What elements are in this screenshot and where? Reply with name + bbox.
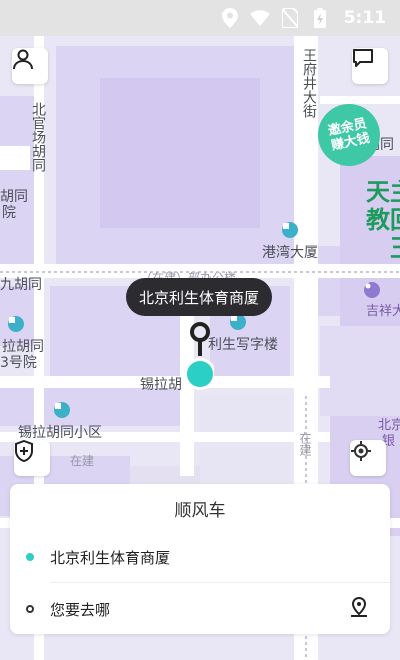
- map-label-tianzhu-3[interactable]: 王: [390, 228, 400, 263]
- safety-button[interactable]: [14, 440, 50, 476]
- map-label-wangfujing: 王府井大街: [301, 48, 317, 118]
- map-pick-icon[interactable]: [348, 596, 370, 618]
- end-dot-icon: [26, 605, 34, 613]
- map-label-jiu-hutong: 九胡同: [0, 277, 42, 293]
- locate-me-button[interactable]: [350, 440, 386, 476]
- status-bar: 5:11: [0, 0, 400, 36]
- poi-jixiang-icon[interactable]: [364, 282, 380, 298]
- panel-divider: [50, 582, 390, 583]
- map-label-zaijian-2: 在建: [298, 432, 312, 456]
- map-label-lisheng-office[interactable]: 利生写字楼: [208, 334, 278, 354]
- messages-button[interactable]: [352, 48, 388, 84]
- start-location-text: 北京利生体育商厦: [50, 548, 171, 567]
- ride-panel: 顺风车 北京利生体育商厦 您要去哪: [10, 484, 390, 634]
- no-sim-icon: [280, 8, 300, 28]
- map-label-zaijian: 在建: [70, 454, 95, 468]
- battery-charging-icon: [310, 8, 330, 28]
- destination-placeholder: 您要去哪: [50, 600, 111, 619]
- poi-gangwan-icon[interactable]: [282, 222, 298, 238]
- map-label-xilahu: 锡拉胡: [140, 377, 182, 393]
- poi-lisheng-office-icon[interactable]: [230, 314, 246, 330]
- map-label-xilahutong-xiaoqu[interactable]: 锡拉胡同小区: [18, 422, 102, 442]
- profile-button[interactable]: [12, 48, 48, 84]
- start-dot-icon: [26, 553, 34, 561]
- map-label-jixiang[interactable]: 吉祥大: [366, 300, 400, 319]
- map-label-beiyuchang: 北官场胡同: [30, 102, 46, 172]
- status-time: 5:11: [343, 8, 386, 28]
- map-label-xilahutong3-b[interactable]: 3号院: [0, 352, 37, 372]
- poi-xilahutong-xiaoqu-icon[interactable]: [54, 402, 70, 418]
- map-label-gangwan[interactable]: 港湾大厦: [262, 242, 318, 262]
- map-label-yuan-left: 院: [2, 205, 16, 221]
- destination-row[interactable]: 您要去哪: [10, 584, 390, 634]
- start-location-row[interactable]: 北京利生体育商厦: [10, 532, 390, 582]
- panel-title: 顺风车: [174, 500, 226, 521]
- pickup-pin-icon[interactable]: [186, 322, 214, 394]
- poi-xilahutong3-icon[interactable]: [8, 316, 24, 332]
- location-icon: [220, 8, 240, 28]
- location-callout[interactable]: 北京利生体育商厦: [126, 278, 273, 316]
- wifi-icon: [249, 8, 270, 28]
